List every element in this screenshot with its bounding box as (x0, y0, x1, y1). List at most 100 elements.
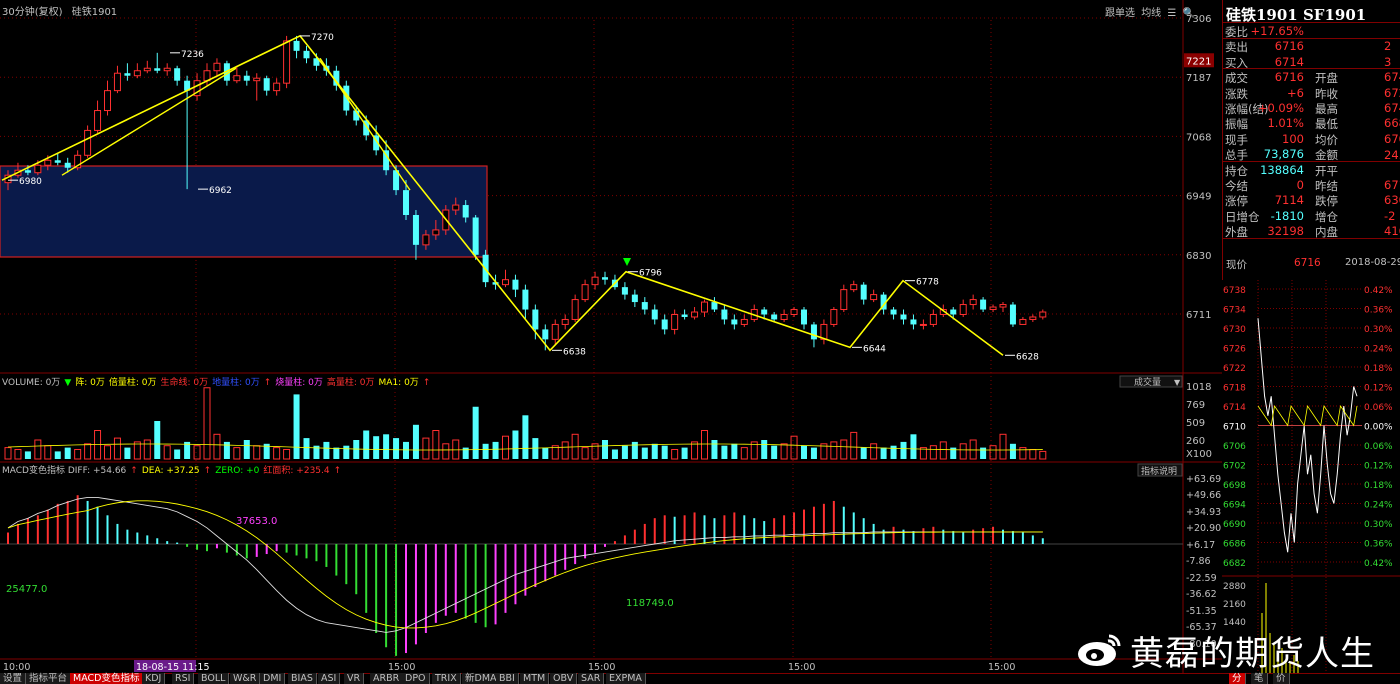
quote-field-label-2: 增仓 (1315, 209, 1338, 224)
macd-area-label: 118749.0 (626, 598, 674, 609)
toolbar-button-follow[interactable]: 跟单选 (1105, 8, 1135, 19)
minichart-price-label: 6734 (1223, 306, 1246, 316)
minichart-price-label: 6738 (1223, 286, 1246, 296)
price-annotation: 6980 (19, 177, 42, 187)
volume-bar (661, 445, 668, 459)
candle-body (999, 304, 1007, 308)
legend-item: MACD变色指标 DIFF: +54.66 (2, 464, 127, 476)
candle-body (661, 319, 668, 330)
candle-body (1009, 304, 1016, 325)
toolbar-button-ma[interactable]: 均线 (1141, 8, 1161, 19)
candle-body (731, 319, 738, 325)
indicator-tab-5[interactable]: BOLL (198, 673, 230, 684)
volume-bar (980, 447, 987, 459)
indicator-tab-8[interactable]: BIAS (288, 673, 317, 684)
explain-button-label[interactable]: 指标说明 (1141, 465, 1177, 477)
minichart-pct-label: 0.18% (1364, 481, 1393, 491)
candle-body (1039, 311, 1047, 318)
volume-bar (64, 447, 71, 459)
macd-tick-label: +63.69 (1186, 474, 1221, 485)
candle-body (860, 284, 867, 300)
quote-field-label: 日增仓 (1225, 209, 1260, 224)
volume-bar (641, 447, 648, 459)
volume-bar (383, 434, 390, 459)
candle-body (581, 284, 589, 301)
quote-field-label-2: 最低 (1315, 117, 1338, 132)
candle-body (929, 313, 937, 325)
price-annotation: 6962 (209, 186, 232, 196)
quote-row: 涨停 7114 跌停 630 (1224, 193, 1400, 209)
candle-body (303, 50, 310, 59)
volume-bar (731, 443, 738, 459)
indicator-tab-15[interactable]: BBI (496, 673, 519, 684)
indicator-tab-12[interactable]: DPO (402, 673, 430, 684)
quote-field-value-2: 674 (1384, 70, 1400, 85)
candle-body (910, 319, 917, 325)
minichart-price-label: 6698 (1223, 481, 1246, 491)
legend-item: 高量柱: 0万 (327, 376, 375, 388)
volume-bar (243, 440, 250, 459)
indicator-tab-2[interactable]: MACD变色指标 (70, 673, 144, 684)
candle-body (551, 323, 559, 340)
candle-body (571, 299, 579, 320)
indicator-tab-6[interactable]: W&R (230, 673, 261, 684)
legend-item: 地量柱: 0万 (212, 376, 260, 388)
candle-body (801, 309, 807, 325)
time-tick-label: 15:00 (788, 662, 815, 673)
quote-field-label: 持仓 (1225, 163, 1248, 178)
legend-item: ZERO: +0 (215, 466, 259, 476)
minichart-price-label: 6714 (1223, 403, 1246, 413)
indicator-tab-3[interactable]: KDJ (142, 673, 166, 684)
candle-body (542, 329, 549, 340)
candle-body (163, 67, 171, 72)
volume-tick-label: 509 (1186, 418, 1205, 429)
candle-body (850, 284, 858, 291)
minichart-pct-label: 0.18% (1364, 364, 1393, 374)
indicator-tab-11[interactable]: ARBR (370, 673, 404, 684)
minichart-pct-label: 0.30% (1364, 325, 1393, 335)
quote-row: 涨跌 +6 昨收 672 (1224, 86, 1400, 102)
volume-bar (373, 436, 380, 459)
indicator-dropdown-label[interactable]: 成交量 (1134, 376, 1161, 388)
chevron-down-icon: ▼ (1174, 378, 1181, 387)
minichart-pct-label: 0.42% (1364, 286, 1393, 296)
macd-tick-label: +34.93 (1186, 507, 1221, 518)
legend-item: ↑ (130, 466, 138, 476)
macd-area-label: 25477.0 (6, 584, 47, 595)
volume-bar (860, 447, 867, 459)
indicator-tab-1[interactable]: 指标平台 (26, 673, 72, 684)
indicator-tab-16[interactable]: MTM (520, 673, 550, 684)
quote-field-value: 32198 (1267, 224, 1304, 239)
candle-body (512, 279, 519, 290)
indicator-tab-9[interactable]: ASI (318, 673, 341, 684)
macd-tick-label: -36.62 (1186, 589, 1217, 600)
indicator-tab-14[interactable]: 新DMA (462, 673, 501, 684)
indicator-tab-10[interactable]: VR (344, 673, 365, 684)
indicator-tab-7[interactable]: DMI (260, 673, 286, 684)
quote-row: 振幅 1.01% 最低 668 (1224, 116, 1400, 132)
price-annotation: 6796 (639, 269, 662, 279)
candle-body (681, 314, 688, 317)
chart-area[interactable]: 723672706980696266386796664467786628 730… (0, 0, 1222, 673)
legend-item: ↑ (264, 378, 272, 388)
indicator-tab-13[interactable]: TRIX (432, 673, 461, 684)
indicator-tab-19[interactable]: EXPMA (606, 673, 646, 684)
zoom-icon[interactable]: 🔍 (1183, 8, 1195, 19)
intraday-minichart[interactable]: 6738 0.42% 6734 0.36% 6730 0.30% 6726 0.24% 6722… (1222, 280, 1400, 673)
quote-row: 持仓 138864 开平 (1224, 163, 1400, 179)
quote-field-label-2: 昨收 (1315, 86, 1338, 101)
candle-body (890, 309, 897, 315)
indicator-tab-4[interactable]: RSI (172, 673, 195, 684)
chart-toolbar: 跟单选 均线 ☰ 🔍 (1102, 4, 1195, 19)
indicator-tab-0[interactable]: 设置 (0, 673, 27, 684)
volume-bar (810, 447, 817, 459)
indicator-tab-17[interactable]: OBV (550, 673, 578, 684)
volume-bar (512, 430, 519, 459)
candle-body (283, 40, 291, 84)
candle-body (711, 302, 718, 310)
volume-bar (482, 443, 489, 459)
candle-body (113, 72, 121, 92)
volume-tick-label: X100 (1186, 449, 1212, 460)
indicator-tab-18[interactable]: SAR (578, 673, 605, 684)
menu-icon[interactable]: ☰ (1167, 8, 1176, 19)
